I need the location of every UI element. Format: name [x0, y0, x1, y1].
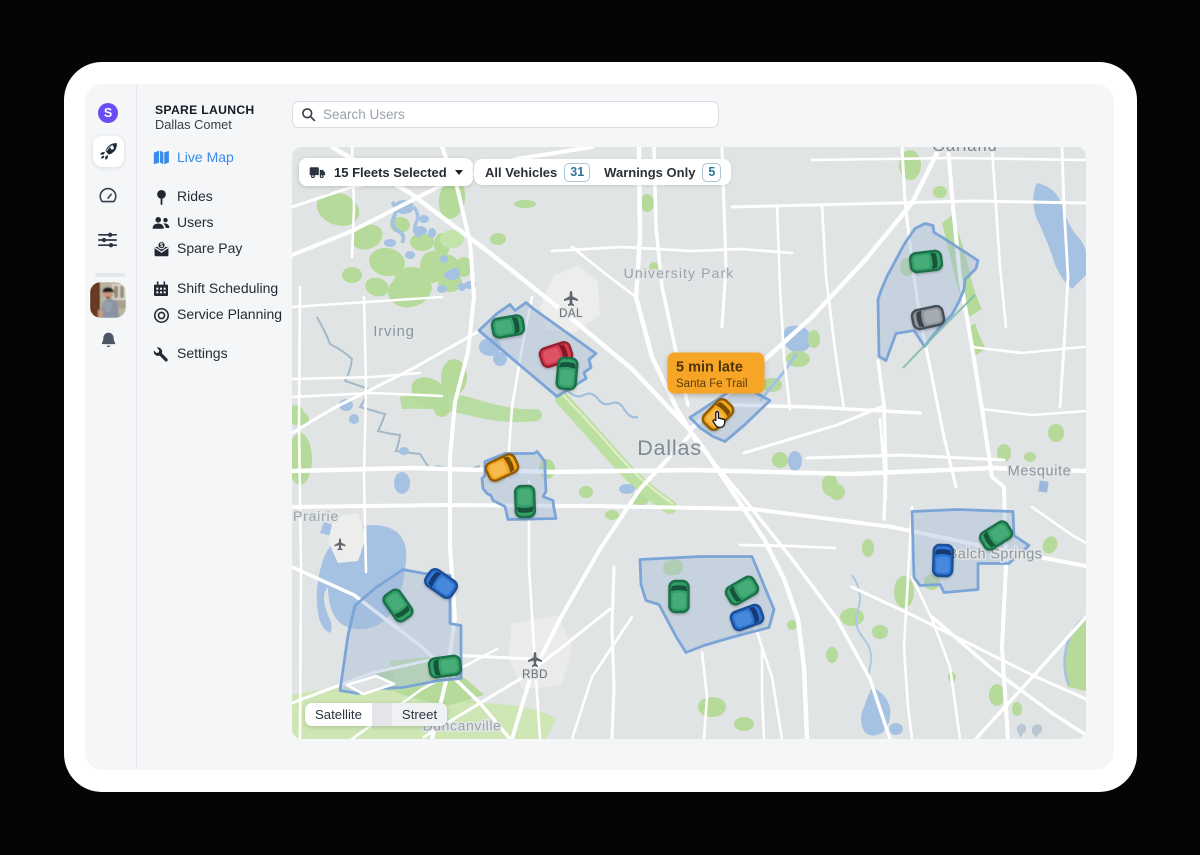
svg-text:Prairie: Prairie	[293, 508, 339, 524]
svg-text:Garland: Garland	[932, 147, 998, 155]
svg-text:RBD: RBD	[522, 669, 548, 681]
svg-text:5 min late: 5 min late	[676, 360, 743, 376]
svg-text:Irving: Irving	[373, 323, 414, 340]
svg-text:$: $	[159, 243, 162, 249]
svg-text:Dallas: Dallas	[637, 436, 702, 460]
svg-text:Santa Fe Trail: Santa Fe Trail	[676, 378, 748, 390]
svg-text:Balch Springs: Balch Springs	[948, 547, 1043, 563]
svg-text:Mesquite: Mesquite	[1008, 464, 1072, 480]
svg-text:University Park: University Park	[624, 265, 735, 281]
svg-text:DAL: DAL	[559, 308, 583, 320]
